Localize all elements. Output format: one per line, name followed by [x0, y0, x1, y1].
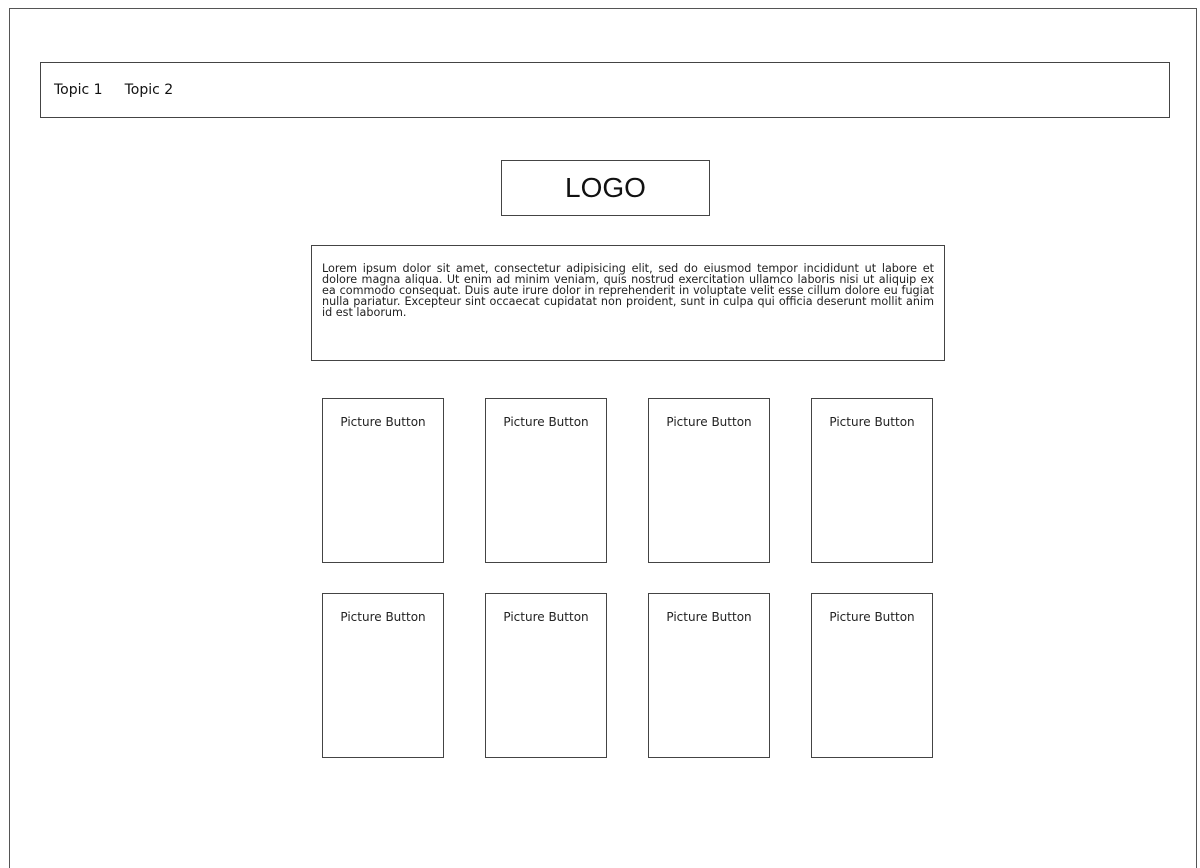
intro-paragraph: Lorem ipsum dolor sit amet, consectetur …: [322, 262, 934, 319]
logo: LOGO: [501, 160, 710, 216]
picture-button-2[interactable]: Picture Button: [485, 398, 607, 563]
nav-item-topic-2[interactable]: Topic 2: [125, 82, 174, 98]
picture-button-4[interactable]: Picture Button: [811, 398, 933, 563]
top-navbar: Topic 1 Topic 2: [40, 62, 1170, 118]
picture-button-5[interactable]: Picture Button: [322, 593, 444, 758]
picture-button-8[interactable]: Picture Button: [811, 593, 933, 758]
picture-button-3[interactable]: Picture Button: [648, 398, 770, 563]
picture-button-6[interactable]: Picture Button: [485, 593, 607, 758]
picture-button-7[interactable]: Picture Button: [648, 593, 770, 758]
intro-text-box: Lorem ipsum dolor sit amet, consectetur …: [311, 245, 945, 361]
nav-item-topic-1[interactable]: Topic 1: [54, 82, 103, 98]
picture-button-1[interactable]: Picture Button: [322, 398, 444, 563]
